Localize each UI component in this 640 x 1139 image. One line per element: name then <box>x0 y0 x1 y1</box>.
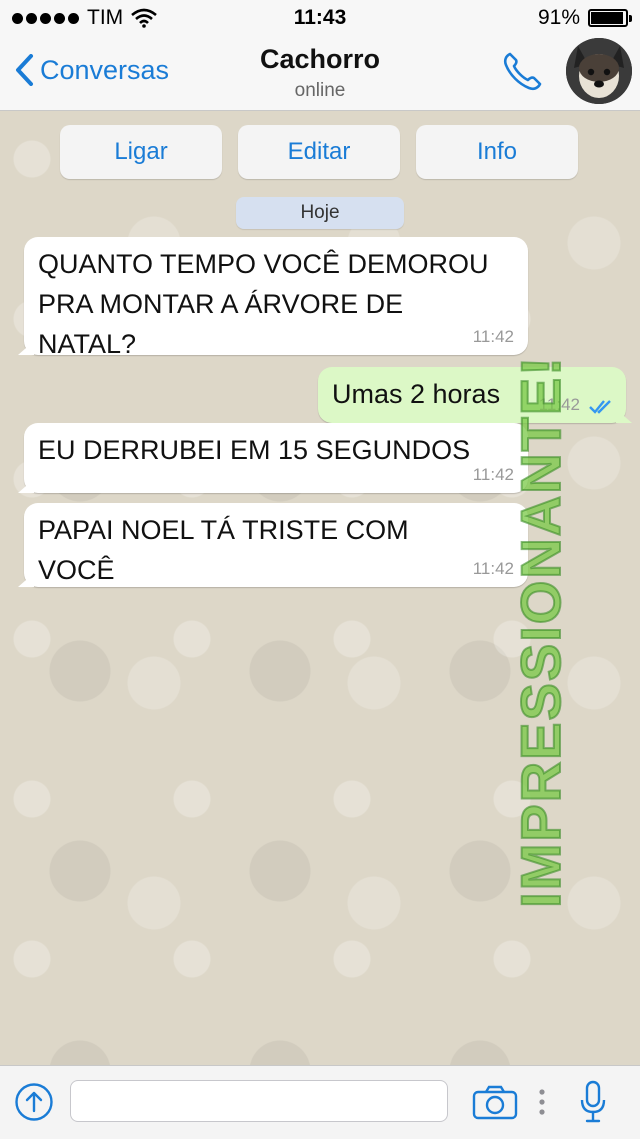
watermark: IMPRESSIONANTE! <box>500 251 580 1011</box>
call-button[interactable]: Ligar <box>60 125 222 179</box>
info-button[interactable]: Info <box>416 125 578 179</box>
status-bar: TIM 11:43 91% <box>0 0 640 36</box>
incoming-message[interactable]: QUANTO TEMPO VOCÊ DEMOROU PRA MONTAR A Á… <box>18 237 528 359</box>
nav-bar: Conversas Cachorro online <box>0 36 640 111</box>
dog-avatar-icon <box>566 38 632 104</box>
status-right: 91% <box>537 6 632 30</box>
date-separator: Hoje <box>236 197 404 229</box>
avatar[interactable] <box>566 38 632 104</box>
bubble-tail <box>18 573 34 587</box>
battery-icon <box>588 9 632 27</box>
bubble-tail <box>18 479 34 493</box>
message-text: PAPAI NOEL TÁ TRISTE COM VOCÊ <box>38 515 409 585</box>
double-check-icon <box>589 400 611 414</box>
message-text: EU DERRUBEI EM 15 SEGUNDOS <box>38 435 471 465</box>
bubble-tail <box>616 409 632 423</box>
message-input[interactable] <box>70 1080 448 1122</box>
share-upload-icon[interactable] <box>14 1082 54 1122</box>
microphone-icon[interactable] <box>578 1080 608 1124</box>
input-bar <box>0 1065 640 1139</box>
bubble-tail <box>18 341 34 355</box>
phone-icon[interactable] <box>500 48 546 94</box>
incoming-message[interactable]: PAPAI NOEL TÁ TRISTE COM VOCÊ 11:42 <box>18 503 528 587</box>
battery-percent: 91% <box>537 6 580 29</box>
camera-icon[interactable] <box>472 1084 518 1120</box>
edit-button[interactable]: Editar <box>238 125 400 179</box>
watermark-text: IMPRESSIONANTE! <box>508 354 573 909</box>
more-dots-icon <box>539 1089 545 1115</box>
chat-area[interactable]: Ligar Editar Info Hoje QUANTO TEMPO VOCÊ… <box>0 111 640 1065</box>
message-text: QUANTO TEMPO VOCÊ DEMOROU PRA MONTAR A Á… <box>38 249 489 359</box>
message-text: Umas 2 horas <box>332 379 501 409</box>
incoming-message[interactable]: EU DERRUBEI EM 15 SEGUNDOS 11:42 <box>18 423 528 493</box>
